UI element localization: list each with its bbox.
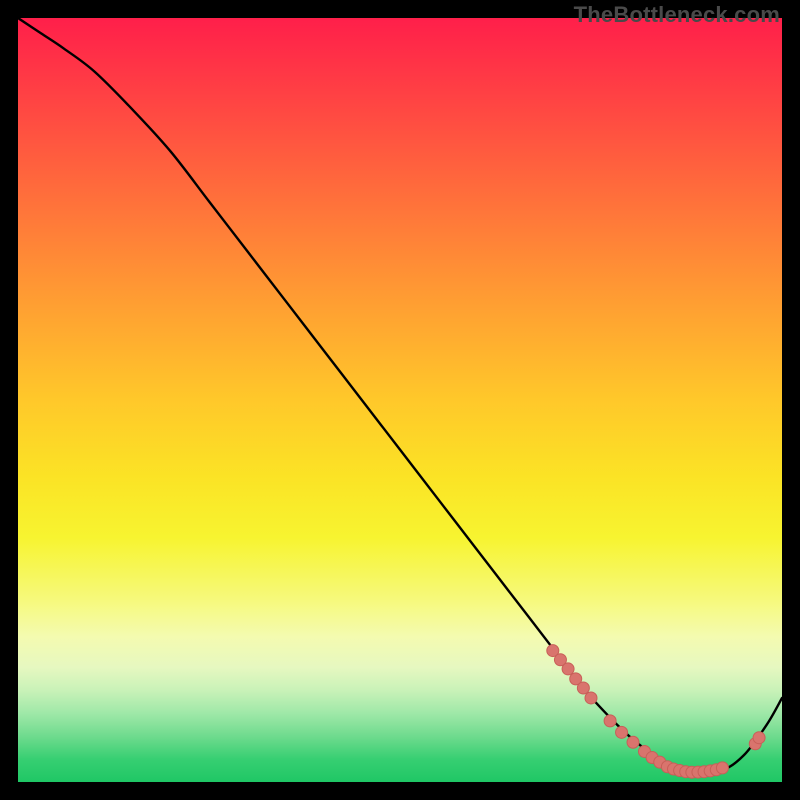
watermark-text: TheBottleneck.com [574, 2, 780, 28]
data-marker [716, 762, 728, 774]
data-marker [577, 682, 589, 694]
curve-line [18, 18, 782, 773]
chart-frame: TheBottleneck.com [0, 0, 800, 800]
plot-area [18, 18, 782, 782]
data-marker [753, 732, 765, 744]
data-marker [616, 726, 628, 738]
data-marker [627, 736, 639, 748]
curve-markers [547, 645, 765, 779]
data-marker [562, 663, 574, 675]
data-marker [604, 715, 616, 727]
chart-svg [18, 18, 782, 782]
data-marker [585, 692, 597, 704]
